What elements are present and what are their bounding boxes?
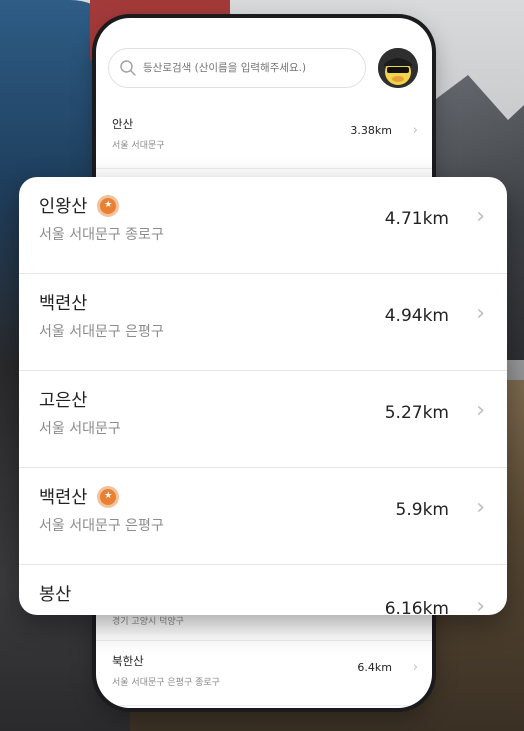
mountain-address: 서울 서대문구 은평구 [39, 324, 164, 340]
search-input[interactable] [143, 58, 357, 78]
mountain-name: 봉산 [39, 585, 72, 605]
list-item[interactable]: 봉산 6.16km › [19, 565, 507, 615]
certified-badge-icon: ★ [97, 485, 120, 508]
list-item[interactable]: 안산 서울 서대문구 3.38km › [96, 104, 432, 169]
mountain-name-row: 인왕산 ★ [39, 193, 120, 218]
mountain-distance: 4.71km [384, 209, 449, 229]
chevron-right-icon: › [476, 204, 485, 229]
avatar[interactable] [378, 48, 418, 88]
list-item[interactable]: 백련산 ★ 서울 서대문구 은평구 5.9km › [19, 468, 507, 565]
mountain-address: 서울 서대문구 종로구 [39, 227, 164, 243]
mountain-distance: 6.4km [357, 661, 392, 674]
search-box[interactable] [108, 48, 366, 88]
list-item[interactable]: 북한산 서울 서대문구 은평구 종로구 6.4km › [96, 640, 432, 706]
mountain-name: 고은산 [39, 391, 88, 411]
mountain-address: 서울 서대문구 [112, 141, 165, 151]
mountain-distance: 4.94km [384, 306, 449, 326]
mountain-name-row: 봉산 [39, 581, 71, 606]
chevron-right-icon: › [476, 301, 485, 326]
mountain-distance: 6.16km [384, 599, 449, 615]
mountain-name-row: 고은산 [39, 387, 87, 412]
mountain-name: 백련산 [39, 488, 88, 508]
certified-badge-icon: ★ [97, 194, 120, 217]
mountain-name: 백련산 [39, 294, 88, 314]
back-list: 안산 서울 서대문구 3.38km › [96, 104, 432, 169]
chevron-right-icon: › [476, 495, 485, 520]
list-item[interactable]: 고은산 서울 서대문구 5.27km › [19, 371, 507, 468]
mountain-name-row: 백련산 ★ [39, 484, 120, 509]
mountain-address: 서울 서대문구 [39, 421, 121, 437]
mountain-distance: 5.27km [384, 403, 449, 423]
search-row [108, 48, 418, 88]
chevron-right-icon: › [412, 660, 418, 675]
mountain-address: 서울 서대문구 은평구 종로구 [112, 678, 220, 688]
mountain-address: 경기 고양시 덕양구 [112, 617, 184, 627]
mountain-name-row: 백련산 [39, 290, 87, 315]
list-item[interactable]: 백련산 서울 서대문구 은평구 4.94km › [19, 274, 507, 371]
chevron-right-icon: › [476, 398, 485, 423]
avatar-image [378, 48, 418, 88]
mountain-name: 북한산 [112, 654, 144, 668]
mountain-distance: 3.38km [350, 124, 392, 137]
back-list-bottom: 경기 고양시 덕양구 북한산 서울 서대문구 은평구 종로구 6.4km › [96, 617, 432, 706]
mountain-name: 인왕산 [39, 197, 88, 217]
zoomed-list-card: 인왕산 ★ 서울 서대문구 종로구 4.71km › 백련산 서울 서대문구 은… [19, 177, 507, 615]
chevron-right-icon: › [412, 123, 418, 138]
list-item[interactable]: 인왕산 ★ 서울 서대문구 종로구 4.71km › [19, 177, 507, 274]
mountain-address: 서울 서대문구 은평구 [39, 518, 164, 534]
mountain-distance: 5.9km [395, 500, 449, 520]
search-icon [120, 60, 136, 76]
chevron-right-icon: › [476, 594, 485, 615]
mountain-name: 안산 [112, 117, 134, 131]
